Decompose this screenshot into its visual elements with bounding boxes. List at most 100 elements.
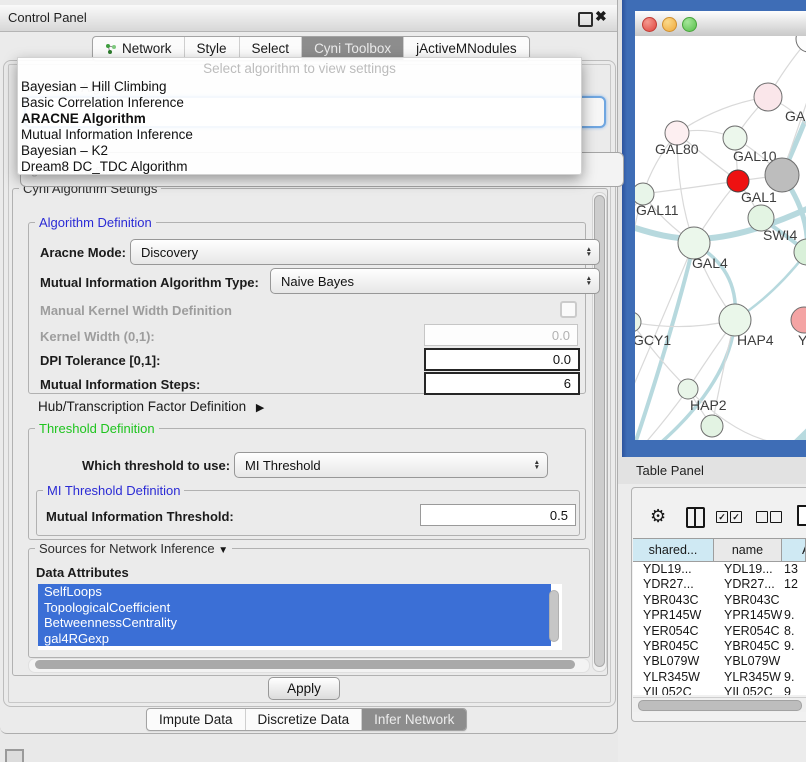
table-cell: YDL19...	[633, 562, 714, 577]
table-row[interactable]: YPR145WYPR145W9.	[633, 608, 806, 623]
table-row[interactable]: YDR27...YDR27...12	[633, 577, 806, 592]
stepper-icon: ▲▼	[534, 460, 540, 470]
table-cell: YDR27...	[633, 577, 714, 592]
minimize-traffic-light[interactable]	[662, 17, 677, 32]
attribute-item-gal4rgexp[interactable]: gal4RGexp	[38, 631, 551, 647]
table-cell: 9.	[782, 639, 806, 654]
collapse-arrow-icon[interactable]: ▶	[256, 402, 264, 414]
aracne-mode-combo[interactable]: Discovery ▲▼	[130, 239, 600, 265]
node-label-y: Y	[798, 332, 806, 348]
minimized-panel-icon[interactable]	[5, 749, 24, 762]
manual-kernel-checkbox[interactable]	[560, 301, 577, 318]
table-cell: 13	[782, 562, 806, 577]
network-node-gcy1[interactable]	[635, 312, 641, 332]
table-cell: YIL052C	[633, 685, 714, 695]
apply-button[interactable]: Apply	[268, 677, 340, 700]
unchecked-checkbox-icon[interactable]	[770, 511, 782, 523]
table-cell: YBL079W	[633, 654, 714, 669]
screen: Control Panel ✖ NetworkStyleSelectCyni T…	[0, 0, 806, 762]
table-row[interactable]: YLR345WYLR345W9.	[633, 670, 806, 685]
node-label-gal80: GAL80	[655, 141, 699, 157]
algorithm-option-mutual-information-inference[interactable]: Mutual Information Inference	[21, 127, 193, 143]
checked-checkbox-icon[interactable]: ✓	[730, 511, 742, 523]
hub-definition-toggle[interactable]: Hub/Transcription Factor Definition ▶	[38, 399, 264, 414]
network-node-hap2[interactable]	[678, 379, 698, 399]
tab-discretize-data[interactable]: Discretize Data	[245, 709, 362, 730]
table-cell	[782, 593, 806, 608]
sources-group-title[interactable]: Sources for Network Inference ▼	[35, 541, 232, 556]
network-node[interactable]	[765, 158, 799, 192]
new-table-icon[interactable]	[797, 505, 806, 526]
mi-threshold-group-title: MI Threshold Definition	[43, 483, 184, 498]
dpi-tolerance-label: DPI Tolerance [0,1]:	[40, 353, 160, 368]
table-cell: YBL079W	[714, 654, 782, 669]
node-label-gal: GAL	[785, 108, 806, 124]
panel-title: Control Panel	[8, 10, 87, 25]
table-cell: YBR045C	[633, 639, 714, 654]
table-cell: 9	[782, 685, 806, 695]
node-label-swi4: SWI4	[763, 227, 797, 243]
table-row[interactable]: YDL19...YDL19...13	[633, 562, 806, 577]
table-hscrollbar-thumb[interactable]	[638, 700, 802, 711]
network-node-gal[interactable]	[754, 83, 782, 111]
aracne-mode-label: Aracne Mode:	[40, 245, 126, 260]
table-cell: YBR045C	[714, 639, 782, 654]
algorithm-option-bayesian-k2[interactable]: Bayesian – K2	[21, 143, 108, 159]
network-node[interactable]	[701, 415, 723, 437]
network-node[interactable]	[796, 36, 806, 52]
algorithm-option-basic-correlation-inference[interactable]: Basic Correlation Inference	[21, 95, 184, 111]
table-row[interactable]: YBL079WYBL079W	[633, 654, 806, 669]
settings-hscrollbar-thumb[interactable]	[35, 660, 575, 669]
settings-scrollbar-thumb[interactable]	[594, 195, 605, 667]
algorithm-option-bayesian-hill-climbing[interactable]: Bayesian – Hill Climbing	[21, 79, 167, 95]
table-header-row: shared...nameA	[633, 538, 806, 562]
column-header-shared[interactable]: shared...	[633, 538, 714, 562]
unchecked-checkbox-icon[interactable]	[756, 511, 768, 523]
dpi-tolerance-field[interactable]: 0.0	[424, 348, 580, 371]
table-cell: YLR345W	[633, 670, 714, 685]
mi-steps-field[interactable]: 6	[424, 372, 580, 395]
algorithm-popup: Select algorithm to view settings Bayesi…	[17, 57, 582, 175]
settings-hscrollbar[interactable]	[28, 658, 590, 673]
network-node-y[interactable]	[791, 307, 806, 333]
table-hscrollbar[interactable]	[633, 697, 806, 712]
mi-threshold-label: Mutual Information Threshold:	[46, 509, 234, 524]
column-header-a[interactable]: A	[782, 538, 806, 562]
column-header-name[interactable]: name	[714, 538, 782, 562]
which-threshold-combo[interactable]: MI Threshold ▲▼	[234, 452, 548, 478]
list-scrollbar-thumb[interactable]	[549, 590, 559, 642]
kernel-width-field[interactable]: 0.0	[424, 324, 578, 346]
table-row[interactable]: YBR045CYBR045C9.	[633, 639, 806, 654]
table-cell: YER054C	[633, 624, 714, 639]
table-cell: YIL052C	[714, 685, 782, 695]
table-cell: YLR345W	[714, 670, 782, 685]
expand-arrow-icon[interactable]: ▼	[218, 545, 228, 556]
node-label-gal4: GAL4	[692, 255, 728, 271]
data-attributes-list[interactable]: SelfLoopsTopologicalCoefficientBetweenne…	[38, 584, 562, 650]
checked-checkbox-icon[interactable]: ✓	[716, 511, 728, 523]
network-node-gal10[interactable]	[723, 126, 747, 150]
table-cell: YBR043C	[633, 593, 714, 608]
control-panel-window: Control Panel ✖ NetworkStyleSelectCyni T…	[0, 0, 618, 734]
tab-infer-network[interactable]: Infer Network	[361, 709, 466, 730]
algorithm-definition-title: Algorithm Definition	[35, 215, 156, 230]
close-traffic-light[interactable]	[642, 17, 657, 32]
gear-icon[interactable]: ⚙	[650, 507, 666, 525]
algorithm-option-aracne-algorithm[interactable]: ARACNE Algorithm	[21, 111, 146, 127]
attribute-item-selfloops[interactable]: SelfLoops	[38, 584, 551, 600]
float-window-icon[interactable]	[578, 12, 593, 27]
table-row[interactable]: YER054CYER054C8.	[633, 624, 806, 639]
mi-type-combo[interactable]: Naive Bayes ▲▼	[270, 268, 600, 294]
mi-threshold-field[interactable]: 0.5	[420, 504, 576, 526]
close-icon[interactable]: ✖	[595, 8, 607, 25]
tab-impute-data[interactable]: Impute Data	[147, 709, 245, 730]
columns-icon[interactable]	[686, 507, 705, 528]
algorithm-option-dream8-dc-tdc-algorithm[interactable]: Dream8 DC_TDC Algorithm	[21, 159, 188, 175]
attribute-item-topologicalcoefficient[interactable]: TopologicalCoefficient	[38, 600, 551, 616]
mi-type-label: Mutual Information Algorithm Type:	[40, 275, 259, 290]
zoom-traffic-light[interactable]	[682, 17, 697, 32]
attribute-item-betweennesscentrality[interactable]: BetweennessCentrality	[38, 615, 551, 631]
table-row[interactable]: YBR043CYBR043C	[633, 593, 806, 608]
network-canvas[interactable]: GALGAL80GAL10GAL1GAL11SWI4GAL4GCY1HAP4YH…	[635, 36, 806, 440]
table-row[interactable]: YIL052CYIL052C9	[633, 685, 806, 695]
